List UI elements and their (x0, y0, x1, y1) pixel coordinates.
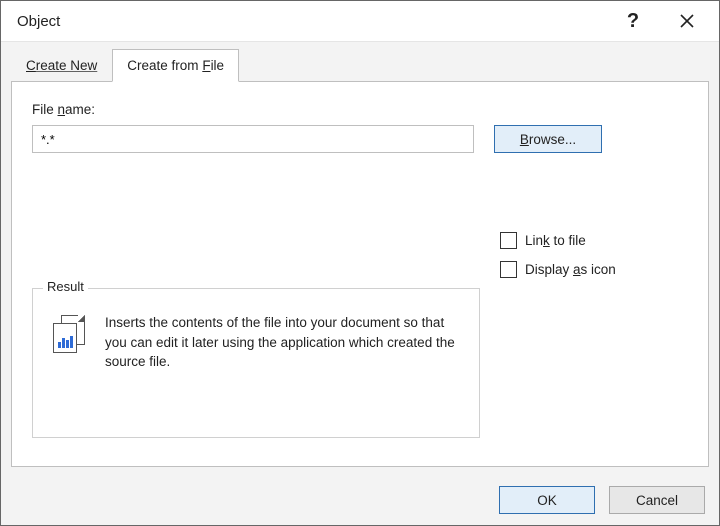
tab-create-new-label: reate New (36, 58, 98, 73)
link-to-file-checkbox[interactable]: Link to file (500, 232, 616, 249)
browse-button[interactable]: Browse... (494, 125, 602, 153)
tab-create-from-file-pre: Create from (127, 58, 202, 73)
file-name-label: File name: (32, 102, 688, 117)
cancel-button[interactable]: Cancel (609, 486, 705, 514)
tabstrip: Create New Create from File (1, 48, 719, 81)
embed-file-icon (51, 315, 91, 351)
tabpage-create-from-file: File name: Browse... Link to file (11, 81, 709, 467)
close-icon (680, 14, 694, 28)
result-text: Inserts the contents of the file into yo… (105, 313, 461, 372)
ok-button[interactable]: OK (499, 486, 595, 514)
result-group: Result Inserts the contents of the file … (32, 288, 480, 438)
file-name-input[interactable] (32, 125, 474, 153)
titlebar: Object ? (1, 1, 719, 41)
tab-create-new[interactable]: Create New (11, 49, 112, 82)
tab-create-from-file[interactable]: Create from File (112, 49, 239, 82)
result-legend: Result (43, 279, 88, 294)
checkbox-icon (500, 232, 517, 249)
client-area: Create New Create from File File name: B… (1, 41, 719, 525)
tab-create-from-file-post: ile (211, 58, 225, 73)
tab-create-from-file-accel: F (202, 58, 210, 73)
display-as-icon-checkbox[interactable]: Display as icon (500, 261, 616, 278)
options-group: Link to file Display as icon (500, 232, 616, 278)
object-dialog: Object ? Create New Create from File Fil… (0, 0, 720, 526)
checkbox-icon (500, 261, 517, 278)
button-bar: OK Cancel (1, 475, 719, 525)
result-content: Inserts the contents of the file into yo… (33, 289, 479, 390)
close-button[interactable] (669, 3, 705, 39)
dialog-title: Object (17, 13, 615, 30)
file-line: Browse... (32, 125, 688, 153)
tab-create-new-accel: C (26, 58, 36, 73)
help-button[interactable]: ? (615, 3, 651, 39)
